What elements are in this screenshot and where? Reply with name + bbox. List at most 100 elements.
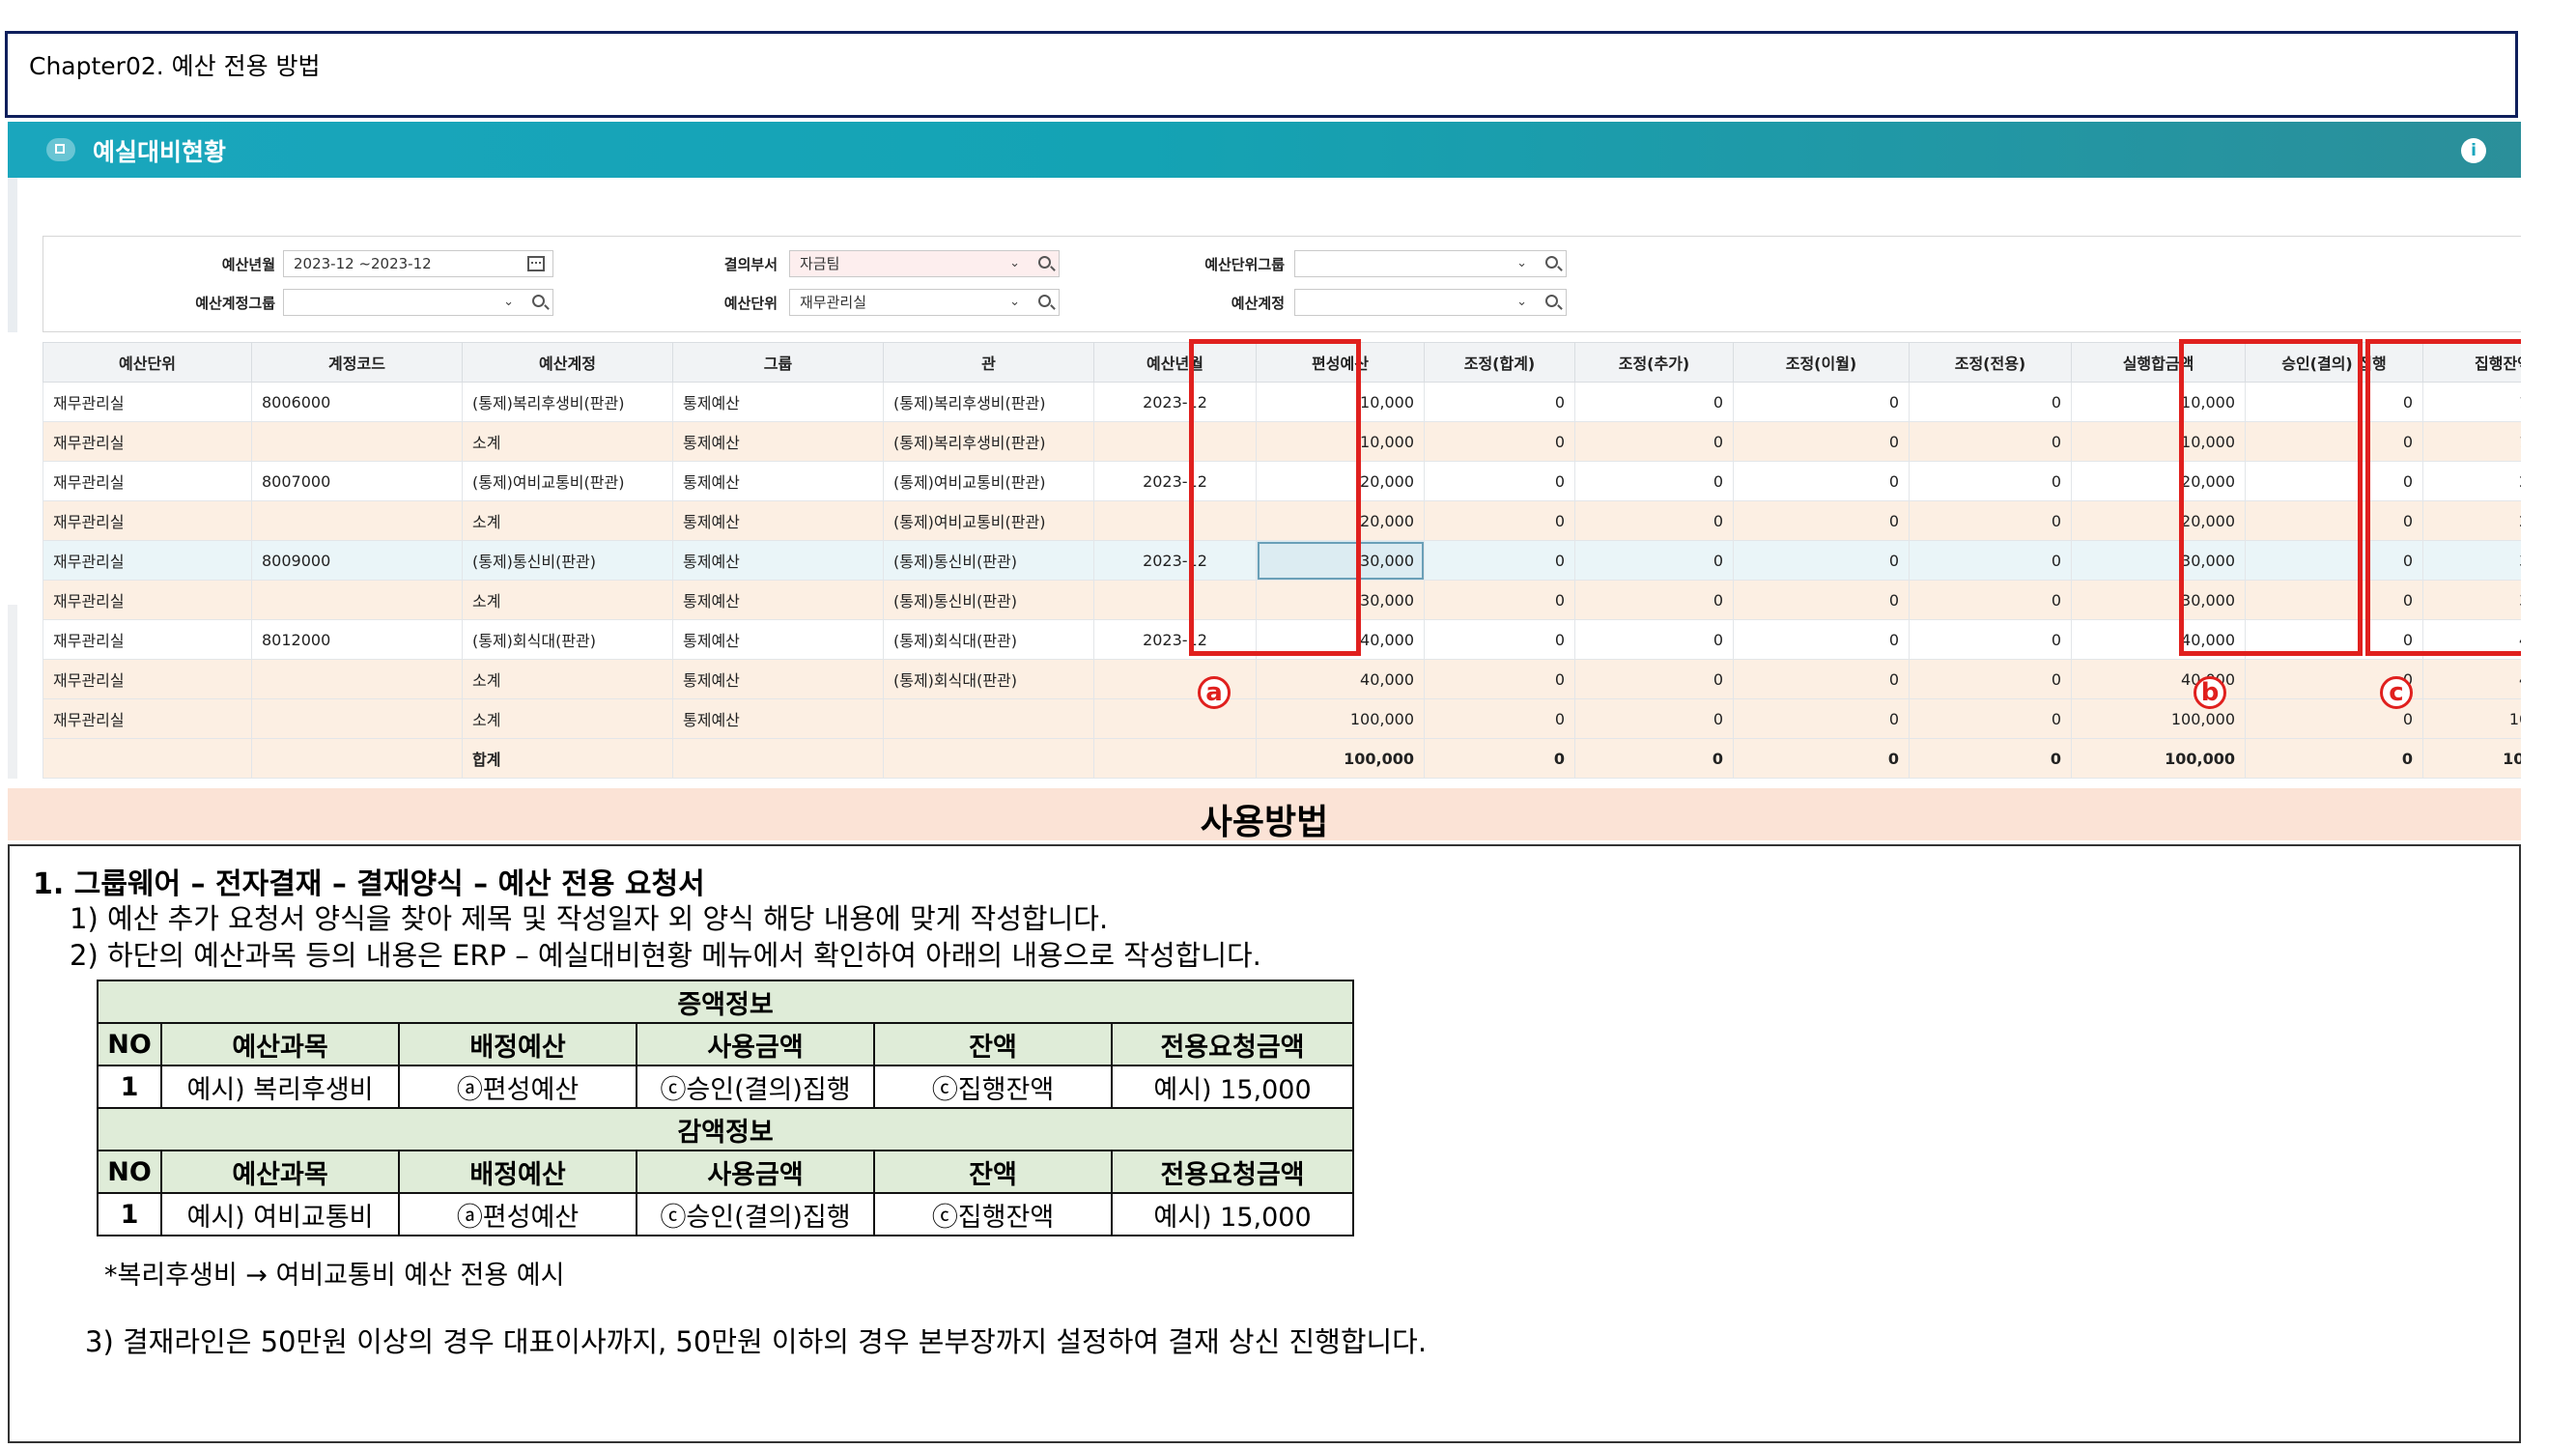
grid-cell-gwan[interactable]: (통제)여비교통비(판관) (883, 500, 1094, 541)
grid-cell-code[interactable]: 8009000 (251, 540, 463, 581)
grid-cell-adj-carry[interactable]: 0 (1733, 580, 1910, 620)
grid-cell-adj-transfer[interactable]: 0 (1909, 738, 2072, 779)
col-header[interactable]: 예산단위 (42, 342, 252, 383)
grid-cell-budget[interactable]: 40,000 (1256, 659, 1425, 699)
grid-cell-balance[interactable]: 100,000 (2422, 738, 2521, 779)
grid-cell-balance[interactable]: 40,000 (2422, 659, 2521, 699)
table-row[interactable]: 합계100,0000000100,0000100,000 (42, 738, 2521, 779)
grid-cell-gwan[interactable]: (통제)복리후생비(판관) (883, 421, 1094, 462)
grid-cell-account[interactable]: 소계 (462, 421, 673, 462)
grid-cell-unit[interactable] (42, 738, 252, 779)
grid-cell-adj-add[interactable]: 0 (1574, 659, 1734, 699)
grid-cell-group[interactable]: 통제예산 (672, 580, 884, 620)
grid-cell-gwan[interactable]: (통제)회식대(판관) (883, 619, 1094, 660)
grid-cell-exec-total[interactable]: 100,000 (2071, 738, 2246, 779)
grid-cell-adj-carry[interactable]: 0 (1733, 698, 1910, 739)
grid-cell-adj-carry[interactable]: 0 (1733, 659, 1910, 699)
grid-cell-unit[interactable]: 재무관리실 (42, 698, 252, 739)
grid-cell-adj-add[interactable]: 0 (1574, 461, 1734, 501)
grid-cell-adj-carry[interactable]: 0 (1733, 619, 1910, 660)
grid-cell-adj-total[interactable]: 0 (1424, 580, 1575, 620)
calendar-icon[interactable] (527, 256, 545, 271)
search-icon[interactable] (1038, 295, 1051, 307)
grid-cell-group[interactable]: 통제예산 (672, 421, 884, 462)
grid-cell-account[interactable]: 소계 (462, 500, 673, 541)
grid-cell-account[interactable]: 소계 (462, 698, 673, 739)
col-header[interactable]: 조정(추가) (1574, 342, 1734, 383)
grid-cell-unit[interactable]: 재무관리실 (42, 382, 252, 422)
grid-cell-adj-add[interactable]: 0 (1574, 382, 1734, 422)
grid-cell-adj-carry[interactable]: 0 (1733, 421, 1910, 462)
grid-cell-gwan[interactable]: (통제)통신비(판관) (883, 580, 1094, 620)
grid-cell-adj-carry[interactable]: 0 (1733, 382, 1910, 422)
grid-cell-code[interactable]: 8012000 (251, 619, 463, 660)
grid-cell-adj-transfer[interactable]: 0 (1909, 421, 2072, 462)
chevron-down-icon[interactable]: ⌄ (1516, 290, 1527, 315)
grid-cell-adj-carry[interactable]: 0 (1733, 500, 1910, 541)
grid-cell-group[interactable]: 통제예산 (672, 619, 884, 660)
grid-cell-gwan[interactable] (883, 738, 1094, 779)
grid-cell-balance[interactable]: 100,000 (2422, 698, 2521, 739)
col-header[interactable]: 조정(이월) (1733, 342, 1910, 383)
budget-unit-group-select[interactable]: ⌄ (1294, 250, 1567, 277)
grid-cell-adj-carry[interactable]: 0 (1733, 461, 1910, 501)
grid-cell-code[interactable] (251, 698, 463, 739)
approval-dept-select[interactable]: 자금팀 ⌄ (789, 250, 1060, 277)
col-header[interactable]: 계정코드 (251, 342, 463, 383)
chevron-down-icon[interactable]: ⌄ (1009, 251, 1020, 276)
chevron-down-icon[interactable]: ⌄ (503, 290, 514, 315)
grid-cell-adj-add[interactable]: 0 (1574, 738, 1734, 779)
search-icon[interactable] (1545, 295, 1558, 307)
grid-cell-adj-add[interactable]: 0 (1574, 619, 1734, 660)
budget-period-field[interactable]: 2023-12 ~2023-12 (283, 250, 553, 277)
grid-cell-ym[interactable] (1093, 738, 1257, 779)
grid-cell-gwan[interactable]: (통제)복리후생비(판관) (883, 382, 1094, 422)
grid-cell-code[interactable] (251, 659, 463, 699)
grid-cell-unit[interactable]: 재무관리실 (42, 619, 252, 660)
col-header[interactable]: 조정(합계) (1424, 342, 1575, 383)
grid-cell-unit[interactable]: 재무관리실 (42, 659, 252, 699)
grid-cell-adj-total[interactable]: 0 (1424, 659, 1575, 699)
grid-cell-unit[interactable]: 재무관리실 (42, 500, 252, 541)
col-header[interactable]: 관 (883, 342, 1094, 383)
info-icon[interactable]: i (2461, 138, 2486, 163)
search-icon[interactable] (1038, 256, 1051, 269)
grid-cell-group[interactable]: 통제예산 (672, 500, 884, 541)
grid-cell-adj-total[interactable]: 0 (1424, 382, 1575, 422)
grid-cell-adj-total[interactable]: 0 (1424, 461, 1575, 501)
table-row[interactable]: 재무관리실소계통제예산(통제)회식대(판관)40,000000040,00004… (42, 659, 2521, 699)
grid-cell-adj-add[interactable]: 0 (1574, 540, 1734, 581)
grid-cell-unit[interactable]: 재무관리실 (42, 580, 252, 620)
grid-cell-account[interactable]: 소계 (462, 580, 673, 620)
grid-cell-gwan[interactable]: (통제)여비교통비(판관) (883, 461, 1094, 501)
grid-cell-account[interactable]: (통제)회식대(판관) (462, 619, 673, 660)
grid-cell-group[interactable]: 통제예산 (672, 659, 884, 699)
grid-cell-adj-total[interactable]: 0 (1424, 619, 1575, 660)
grid-cell-gwan[interactable] (883, 698, 1094, 739)
grid-cell-adj-transfer[interactable]: 0 (1909, 580, 2072, 620)
grid-cell-adj-carry[interactable]: 0 (1733, 738, 1910, 779)
grid-cell-budget[interactable]: 100,000 (1256, 698, 1425, 739)
grid-cell-group[interactable]: 통제예산 (672, 382, 884, 422)
col-header[interactable]: 그룹 (672, 342, 884, 383)
chevron-down-icon[interactable]: ⌄ (1009, 290, 1020, 315)
col-header[interactable]: 예산계정 (462, 342, 673, 383)
grid-cell-unit[interactable]: 재무관리실 (42, 461, 252, 501)
grid-cell-approved[interactable]: 0 (2245, 738, 2423, 779)
grid-cell-group[interactable]: 통제예산 (672, 540, 884, 581)
grid-cell-adj-total[interactable]: 0 (1424, 738, 1575, 779)
grid-cell-account[interactable]: (통제)통신비(판관) (462, 540, 673, 581)
grid-cell-adj-transfer[interactable]: 0 (1909, 540, 2072, 581)
grid-cell-code[interactable]: 8007000 (251, 461, 463, 501)
grid-cell-adj-carry[interactable]: 0 (1733, 540, 1910, 581)
grid-cell-account[interactable]: (통제)여비교통비(판관) (462, 461, 673, 501)
grid-cell-code[interactable] (251, 580, 463, 620)
search-icon[interactable] (1545, 256, 1558, 269)
grid-cell-adj-total[interactable]: 0 (1424, 421, 1575, 462)
chevron-down-icon[interactable]: ⌄ (1516, 251, 1527, 276)
grid-cell-adj-add[interactable]: 0 (1574, 500, 1734, 541)
table-row[interactable]: 재무관리실소계통제예산100,0000000100,0000100,000 (42, 698, 2521, 739)
grid-cell-group[interactable] (672, 738, 884, 779)
grid-cell-adj-transfer[interactable]: 0 (1909, 461, 2072, 501)
grid-cell-adj-add[interactable]: 0 (1574, 698, 1734, 739)
